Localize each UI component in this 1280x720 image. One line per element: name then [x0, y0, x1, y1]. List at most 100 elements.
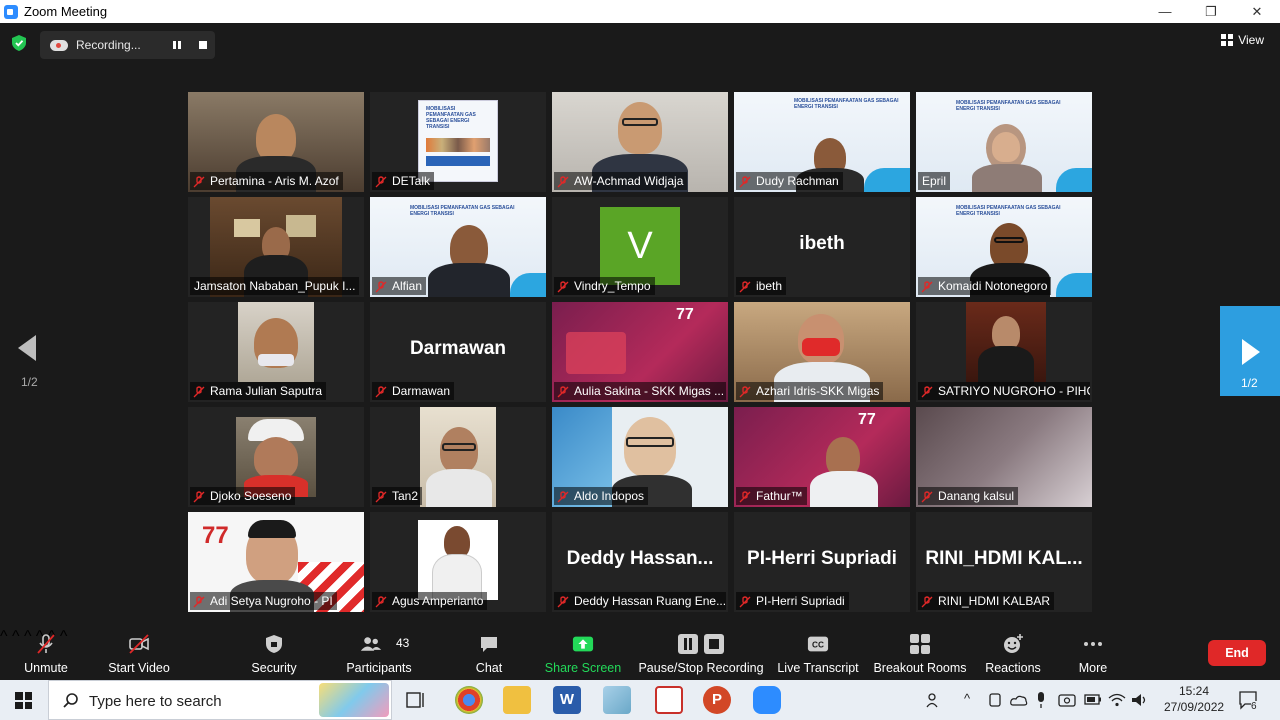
video-tile[interactable]: Danang kalsul	[916, 407, 1092, 507]
chrome-icon[interactable]	[455, 686, 483, 714]
tray-overflow-chevron-icon[interactable]: ^	[964, 691, 970, 706]
window-controls: — ❐ ✕	[1142, 0, 1280, 23]
zoom-taskbar-icon[interactable]	[753, 686, 781, 714]
clock[interactable]: 15:24 27/09/2022	[1164, 684, 1224, 714]
pause-stop-recording-button[interactable]: Pause/Stop Recording	[638, 628, 764, 680]
next-page-arrow-icon	[1242, 339, 1260, 365]
powerpoint-icon[interactable]: P	[703, 686, 731, 714]
start-video-button[interactable]: Start Video	[100, 628, 178, 680]
video-tile[interactable]: MOBILISASI PEMANFAATAN GAS SEBAGAI ENERG…	[370, 92, 546, 192]
meeting-area: Recording... View 1/2 1/2 Pertamina - Ar…	[0, 23, 1280, 628]
windows-start-icon[interactable]	[15, 692, 32, 709]
encryption-shield-icon[interactable]	[12, 35, 26, 51]
muted-mic-icon	[739, 176, 751, 188]
video-tile[interactable]: V Vindry_Tempo	[552, 197, 728, 297]
video-tile[interactable]: RINI_HDMI KAL... RINI_HDMI KALBAR	[916, 512, 1092, 612]
share-screen-button[interactable]: Share Screen	[544, 628, 622, 680]
maximize-button[interactable]: ❐	[1188, 0, 1234, 23]
meet-now-icon[interactable]	[988, 692, 1002, 708]
file-explorer-icon[interactable]	[503, 686, 531, 714]
video-tile[interactable]: Tan2	[370, 407, 546, 507]
battery-icon[interactable]	[1084, 694, 1102, 705]
video-tile[interactable]: 77 Fathur™	[734, 407, 910, 507]
svg-text:CC: CC	[812, 641, 824, 650]
notification-count: 6	[1251, 701, 1257, 712]
minimize-button[interactable]: —	[1142, 0, 1188, 23]
end-meeting-button[interactable]: End	[1208, 640, 1266, 666]
volume-icon[interactable]	[1131, 692, 1149, 708]
breakout-rooms-button[interactable]: Breakout Rooms	[872, 628, 968, 680]
people-icon[interactable]	[926, 692, 944, 708]
close-button[interactable]: ✕	[1234, 0, 1280, 23]
muted-mic-icon	[739, 281, 751, 293]
video-tile[interactable]: MOBILISASI PEMANFAATAN GAS SEBAGAI ENERG…	[916, 197, 1092, 297]
participant-name: Azhari Idris-SKK Migas	[736, 382, 884, 400]
video-tile[interactable]: MOBILISASI PEMANFAATAN GAS SEBAGAI ENERG…	[370, 197, 546, 297]
muted-mic-icon	[921, 281, 933, 293]
participants-button[interactable]: 43 Participants	[340, 628, 418, 680]
muted-mic-icon	[557, 281, 569, 293]
more-label: More	[1078, 661, 1108, 675]
video-tile[interactable]: Azhari Idris-SKK Migas	[734, 302, 910, 402]
word-icon[interactable]: W	[553, 686, 581, 714]
stop-icon[interactable]	[198, 40, 208, 50]
participant-name: Agus Amperianto	[372, 592, 488, 610]
video-tile[interactable]: Pertamina - Aris M. Azof	[188, 92, 364, 192]
previous-page-arrow-icon[interactable]	[18, 335, 36, 361]
muted-mic-icon	[193, 491, 205, 503]
slide-banner-text: MOBILISASI PEMANFAATAN GAS SEBAGAI ENERG…	[956, 205, 1061, 217]
view-button[interactable]: View	[1221, 33, 1264, 47]
video-tile[interactable]: MOBILISASI PEMANFAATAN GAS SEBAGAI ENERG…	[734, 92, 910, 192]
video-grid: Pertamina - Aris M. Azof MOBILISASI PEMA…	[188, 92, 1093, 612]
window-titlebar: Zoom Meeting — ❐ ✕	[0, 0, 1280, 23]
pause-stop-recording-label: Pause/Stop Recording	[638, 661, 764, 675]
page-indicator-right: 1/2	[1241, 376, 1258, 390]
security-button[interactable]: Security	[244, 628, 304, 680]
video-tile[interactable]: 77 Aulia Sakina - SKK Migas ...	[552, 302, 728, 402]
muted-mic-icon	[557, 596, 569, 608]
video-tile[interactable]: AW-Achmad Widjaja	[552, 92, 728, 192]
participant-name: Jamsaton Nababan_Pupuk I...	[190, 277, 360, 295]
video-tile[interactable]: PI-Herri Supriadi PI-Herri Supriadi	[734, 512, 910, 612]
pdf-reader-icon[interactable]	[655, 686, 683, 714]
muted-mic-icon	[375, 491, 387, 503]
chat-button[interactable]: Chat	[462, 628, 516, 680]
live-transcript-button[interactable]: CC Live Transcript	[776, 628, 860, 680]
video-tile[interactable]: Agus Amperianto	[370, 512, 546, 612]
video-tile[interactable]: ibeth ibeth	[734, 197, 910, 297]
video-tile[interactable]: Djoko Soeseno	[188, 407, 364, 507]
muted-mic-icon	[193, 176, 205, 188]
more-dots-icon	[1084, 642, 1102, 646]
search-placeholder: Type here to search	[89, 693, 222, 710]
video-tile-active-speaker[interactable]: MOBILISASI PEMANFAATAN GAS SEBAGAI ENERG…	[916, 92, 1092, 192]
onedrive-cloud-icon[interactable]	[1010, 693, 1028, 706]
taskbar-search[interactable]: Type here to search	[48, 680, 392, 720]
video-tile[interactable]: Darmawan Darmawan	[370, 302, 546, 402]
pause-icon[interactable]	[172, 40, 182, 50]
participant-name: Epril	[918, 172, 951, 190]
muted-mic-icon	[557, 386, 569, 398]
camera-tray-icon[interactable]	[1058, 692, 1076, 708]
next-page-button[interactable]: 1/2	[1220, 306, 1280, 396]
video-tile[interactable]: Deddy Hassan... Deddy Hassan Ruang Ene..…	[552, 512, 728, 612]
video-tile[interactable]: 77 Adi Setya Nugroho - PI	[188, 512, 364, 612]
reactions-button[interactable]: Reactions	[982, 628, 1044, 680]
video-tile[interactable]: Rama Julian Saputra	[188, 302, 364, 402]
video-tile[interactable]: SATRIYO NUGROHO - PIHC	[916, 302, 1092, 402]
muted-mic-icon	[557, 176, 569, 188]
unmute-button[interactable]: Unmute	[12, 628, 80, 680]
wifi-icon[interactable]	[1108, 692, 1126, 707]
muted-mic-icon	[739, 596, 751, 608]
reactions-label: Reactions	[985, 661, 1041, 675]
slide-banner-text: MOBILISASI PEMANFAATAN GAS SEBAGAI ENERG…	[410, 205, 515, 217]
muted-mic-icon	[921, 596, 933, 608]
video-off-icon	[129, 634, 149, 654]
audio-options-caret-icon[interactable]: ^	[0, 628, 8, 645]
video-tile[interactable]: Aldo Indopos	[552, 407, 728, 507]
task-view-icon[interactable]	[406, 691, 426, 709]
more-button[interactable]: More	[1068, 628, 1118, 680]
video-tile[interactable]: Jamsaton Nababan_Pupuk I...	[188, 197, 364, 297]
microphone-tray-icon[interactable]	[1036, 691, 1046, 709]
windows-taskbar: Type here to search W P ^ 15:24 27/09/20…	[0, 680, 1280, 720]
app-icon[interactable]	[603, 686, 631, 714]
